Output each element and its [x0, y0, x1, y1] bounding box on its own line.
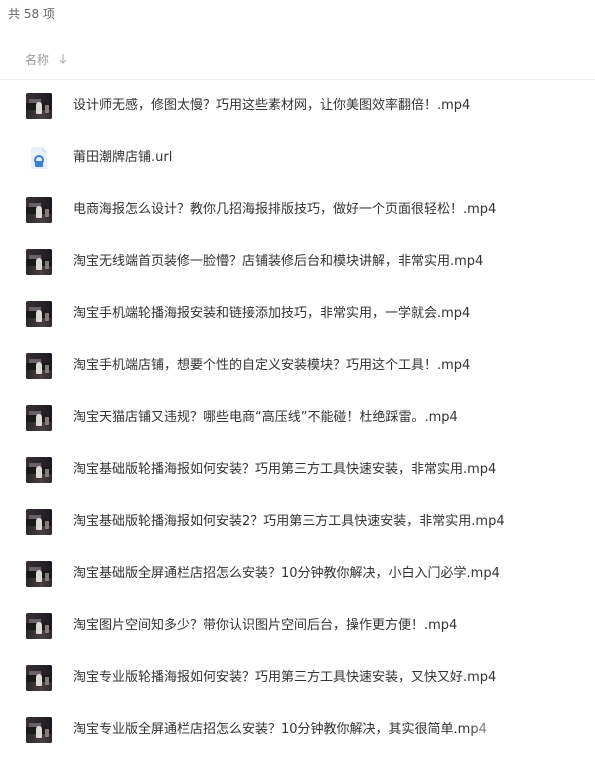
list-header: 名称 — [0, 42, 595, 80]
file-name[interactable]: 淘宝图片空间知多少？带你认识图片空间后台，操作更方便！.mp4 — [73, 617, 457, 635]
video-thumbnail-icon — [26, 457, 52, 483]
file-row[interactable]: 淘宝手机端轮播海报安装和链接添加技巧，非常实用，一学就会.mp4 — [0, 288, 595, 340]
file-row[interactable]: 淘宝专业版轮播海报如何安装？巧用第三方工具快速安装，又快又好.mp4 — [0, 652, 595, 704]
file-row[interactable]: 淘宝无线端首页装修一脸懵？店铺装修后台和模块讲解，非常实用.mp4 — [0, 236, 595, 288]
file-row[interactable]: 淘宝基础版轮播海报如何安装？巧用第三方工具快速安装，非常实用.mp4 — [0, 444, 595, 496]
name-column-header[interactable]: 名称 — [25, 52, 49, 68]
file-name[interactable]: 电商海报怎么设计？教你几招海报排版技巧，做好一个页面很轻松！.mp4 — [73, 201, 496, 219]
file-name[interactable]: 淘宝专业版全屏通栏店招怎么安装？10分钟教你解决，其实很简单.mp4 — [73, 721, 511, 739]
file-row[interactable]: 淘宝图片空间知多少？带你认识图片空间后台，操作更方便！.mp4 — [0, 600, 595, 652]
sort-arrow-down-icon[interactable] — [58, 51, 68, 67]
file-name[interactable]: 淘宝基础版轮播海报如何安装？巧用第三方工具快速安装，非常实用.mp4 — [73, 461, 496, 479]
file-row[interactable]: 淘宝基础版全屏通栏店招怎么安装？10分钟教你解决，小白入门必学.mp4 — [0, 548, 595, 600]
video-thumbnail-icon — [26, 717, 52, 743]
video-thumbnail-icon — [26, 197, 52, 223]
file-row[interactable]: 淘宝天猫店铺又违规？哪些电商“高压线”不能碰！杜绝踩雷。.mp4 — [0, 392, 595, 444]
file-name[interactable]: 淘宝基础版全屏通栏店招怎么安装？10分钟教你解决，小白入门必学.mp4 — [73, 565, 500, 583]
file-row[interactable]: 淘宝基础版轮播海报如何安装2？巧用第三方工具快速安装，非常实用.mp4 — [0, 496, 595, 548]
file-row[interactable]: 淘宝手机端店铺，想要个性的自定义安装模块？巧用这个工具！.mp4 — [0, 340, 595, 392]
video-thumbnail-icon — [26, 249, 52, 275]
file-name[interactable]: 淘宝天猫店铺又违规？哪些电商“高压线”不能碰！杜绝踩雷。.mp4 — [73, 409, 458, 427]
file-name[interactable]: 设计师无感，修图太慢？巧用这些素材网，让你美图效率翻倍！.mp4 — [73, 97, 470, 115]
file-name[interactable]: 淘宝专业版轮播海报如何安装？巧用第三方工具快速安装，又快又好.mp4 — [73, 669, 496, 687]
file-row[interactable]: 淘宝专业版全屏通栏店招怎么安装？10分钟教你解决，其实很简单.mp4 — [0, 704, 595, 756]
file-name[interactable]: 淘宝手机端店铺，想要个性的自定义安装模块？巧用这个工具！.mp4 — [73, 357, 470, 375]
file-name[interactable]: 淘宝基础版轮播海报如何安装2？巧用第三方工具快速安装，非常实用.mp4 — [73, 513, 505, 531]
item-count: 共 58 项 — [8, 7, 55, 21]
video-thumbnail-icon — [26, 561, 52, 587]
video-thumbnail-icon — [26, 301, 52, 327]
file-name[interactable]: 莆田潮牌店铺.url — [73, 149, 172, 167]
link-file-icon — [31, 147, 47, 169]
video-thumbnail-icon — [26, 665, 52, 691]
video-thumbnail-icon — [26, 93, 52, 119]
file-row[interactable]: 电商海报怎么设计？教你几招海报排版技巧，做好一个页面很轻松！.mp4 — [0, 184, 595, 236]
file-list-page: 共 58 项 名称 设计师无感，修图太慢？巧用这些素材网，让你美图效率翻倍！.m… — [0, 0, 595, 763]
file-row[interactable]: 设计师无感，修图太慢？巧用这些素材网，让你美图效率翻倍！.mp4 — [0, 80, 595, 132]
video-thumbnail-icon — [26, 405, 52, 431]
video-thumbnail-icon — [26, 353, 52, 379]
video-thumbnail-icon — [26, 613, 52, 639]
file-name[interactable]: 淘宝无线端首页装修一脸懵？店铺装修后台和模块讲解，非常实用.mp4 — [73, 253, 483, 271]
file-row[interactable]: 莆田潮牌店铺.url — [0, 132, 595, 184]
video-thumbnail-icon — [26, 509, 52, 535]
file-name[interactable]: 淘宝手机端轮播海报安装和链接添加技巧，非常实用，一学就会.mp4 — [73, 305, 470, 323]
file-list: 设计师无感，修图太慢？巧用这些素材网，让你美图效率翻倍！.mp4 莆田潮牌店铺.u… — [0, 80, 595, 756]
